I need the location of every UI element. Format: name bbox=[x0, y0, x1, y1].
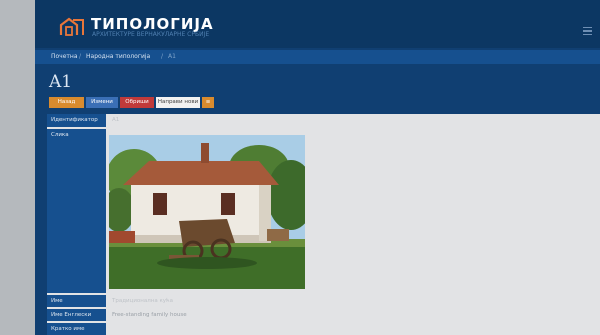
back-button[interactable]: Назад bbox=[49, 97, 84, 108]
breadcrumb: Почетна / Народна типологија / А1 bbox=[35, 50, 600, 64]
breadcrumb-current: А1 bbox=[168, 53, 176, 60]
short-name-value bbox=[108, 323, 600, 335]
identifier-label: Идентификатор bbox=[47, 114, 106, 127]
row-identifier: Идентификатор A1 bbox=[47, 114, 600, 127]
page-title: A1 bbox=[49, 72, 73, 92]
name-english-value: Free-standing family house bbox=[108, 309, 600, 321]
breadcrumb-separator: / bbox=[79, 53, 82, 60]
brand-subtitle: АРХИТЕКТУРЕ ВЕРНАКУЛАРНЕ СРБИЈЕ bbox=[92, 31, 210, 38]
row-name-english: Име Енглески Free-standing family house bbox=[47, 309, 600, 321]
details-table: Идентификатор A1 Слика Име Традиционална… bbox=[47, 114, 600, 335]
short-name-label: Кратко име bbox=[47, 323, 106, 335]
name-value: Традиционална кућа bbox=[108, 295, 600, 307]
house-logo-icon[interactable] bbox=[59, 16, 85, 36]
breadcrumb-home[interactable]: Почетна bbox=[51, 53, 78, 60]
image-label: Слика bbox=[47, 129, 106, 293]
top-header: ТИПОЛОГИЈА АРХИТЕКТУРЕ ВЕРНАКУЛАРНЕ СРБИ… bbox=[35, 0, 600, 48]
breadcrumb-separator: / bbox=[161, 53, 164, 60]
list-button[interactable]: ≡ bbox=[202, 97, 214, 108]
house-photo[interactable] bbox=[109, 135, 305, 289]
delete-button[interactable]: Обриши bbox=[120, 97, 154, 108]
name-english-label: Име Енглески bbox=[47, 309, 106, 321]
breadcrumb-typology[interactable]: Народна типологија bbox=[86, 53, 150, 60]
create-new-button[interactable]: Направи нови bbox=[156, 97, 200, 108]
row-short-name: Кратко име bbox=[47, 323, 600, 335]
row-name: Име Традиционална кућа bbox=[47, 295, 600, 307]
identifier-value: A1 bbox=[108, 114, 600, 127]
menu-icon[interactable] bbox=[583, 27, 592, 35]
name-label: Име bbox=[47, 295, 106, 307]
app-window: ТИПОЛОГИЈА АРХИТЕКТУРЕ ВЕРНАКУЛАРНЕ СРБИ… bbox=[35, 0, 600, 335]
edit-button[interactable]: Измени bbox=[86, 97, 118, 108]
